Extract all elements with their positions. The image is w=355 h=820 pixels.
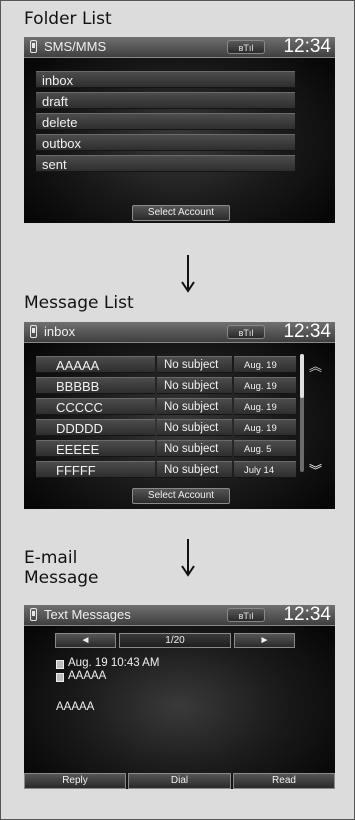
folder-item-inbox[interactable]: inbox [36,71,295,88]
message-row[interactable]: DDDDD No subject Aug. 19 [36,419,296,436]
email-message-heading: E-mail Message [24,548,99,589]
email-message-screen: Text Messages ʙTıl 12:34 ◄ 1/20 ► Aug. 1… [24,605,335,789]
read-button[interactable]: Read [233,773,335,789]
message-subject: No subject [157,461,232,478]
scrollbar[interactable] [300,354,304,472]
message-date: Aug. 19 [234,377,296,394]
calendar-icon [56,660,64,669]
message-row[interactable]: EEEEE No subject Aug. 5 [36,440,296,457]
message-row[interactable]: FFFFF No subject July 14 [36,461,296,478]
folder-list-screen: SMS/MMS ʙTıl 12:34 inbox draft delete ou… [24,37,335,223]
message-sender: DDDDD [36,419,155,436]
phone-icon [30,325,37,338]
action-bar: Reply Dial Read [24,773,335,789]
message-list-screen: inbox ʙTıl 12:34 AAAAA No subject Aug. 1… [24,322,335,509]
message-sender: FFFFF [36,461,155,478]
message-row[interactable]: AAAAA No subject Aug. 19 [36,356,296,373]
message-heading-line: Message [24,568,99,589]
dial-button[interactable]: Dial [128,773,231,789]
message-row[interactable]: BBBBB No subject Aug. 19 [36,377,296,394]
message-sender: EEEEE [36,440,155,457]
scroll-up-icon[interactable]: ︽ [309,356,322,375]
message-sender: BBBBB [36,377,155,394]
select-account-button[interactable]: Select Account [132,205,230,221]
page-indicator: 1/20 [119,633,231,648]
message-subject: No subject [157,398,232,415]
status-bar: SMS/MMS ʙTıl 12:34 [24,37,335,58]
message-date: Aug. 19 [234,398,296,415]
folder-list-heading: Folder List [24,9,112,29]
bluetooth-signal-icon: ʙTıl [227,608,265,622]
message-subject: No subject [157,419,232,436]
down-arrow-icon [181,539,195,577]
message-date: July 14 [234,461,296,478]
scrollbar-thumb[interactable] [300,354,304,398]
folder-item-outbox[interactable]: outbox [36,134,295,151]
status-bar: inbox ʙTıl 12:34 [24,322,335,343]
message-list-heading: Message List [24,293,134,313]
folder-item-sent[interactable]: sent [36,155,295,172]
screen-title: inbox [44,324,76,339]
message-sender: AAAAA [68,670,107,682]
status-bar: Text Messages ʙTıl 12:34 [24,605,335,626]
manual-panel: Folder List SMS/MMS ʙTıl 12:34 inbox dra… [0,0,355,820]
message-subject: No subject [157,377,232,394]
screen-title: SMS/MMS [44,39,107,54]
select-account-button[interactable]: Select Account [132,488,230,504]
email-heading-line: E-mail [24,548,78,568]
message-date: Aug. 19 [234,419,296,436]
folder-item-draft[interactable]: draft [36,92,295,109]
phone-icon [30,40,37,53]
phone-icon [30,608,37,621]
message-datetime: Aug. 19 10:43 AM [68,657,160,669]
message-row[interactable]: CCCCC No subject Aug. 19 [36,398,296,415]
scroll-down-icon[interactable]: ︾ [309,460,322,479]
next-button[interactable]: ► [234,633,295,648]
down-arrow-icon [181,255,195,293]
message-subject: No subject [157,356,232,373]
message-date: Aug. 19 [234,356,296,373]
message-subject: No subject [157,440,232,457]
reply-button[interactable]: Reply [24,773,126,789]
screen-title: Text Messages [44,607,131,622]
sender-icon [56,673,64,682]
previous-button[interactable]: ◄ [55,633,116,648]
message-date: Aug. 5 [234,440,296,457]
message-body: AAAAA [56,701,95,713]
bluetooth-signal-icon: ʙTıl [227,325,265,339]
message-sender: AAAAA [36,356,155,373]
clock: 12:34 [283,605,331,625]
bluetooth-signal-icon: ʙTıl [227,40,265,54]
clock: 12:34 [283,37,331,57]
message-sender: CCCCC [36,398,155,415]
folder-item-delete[interactable]: delete [36,113,295,130]
clock: 12:34 [283,322,331,342]
